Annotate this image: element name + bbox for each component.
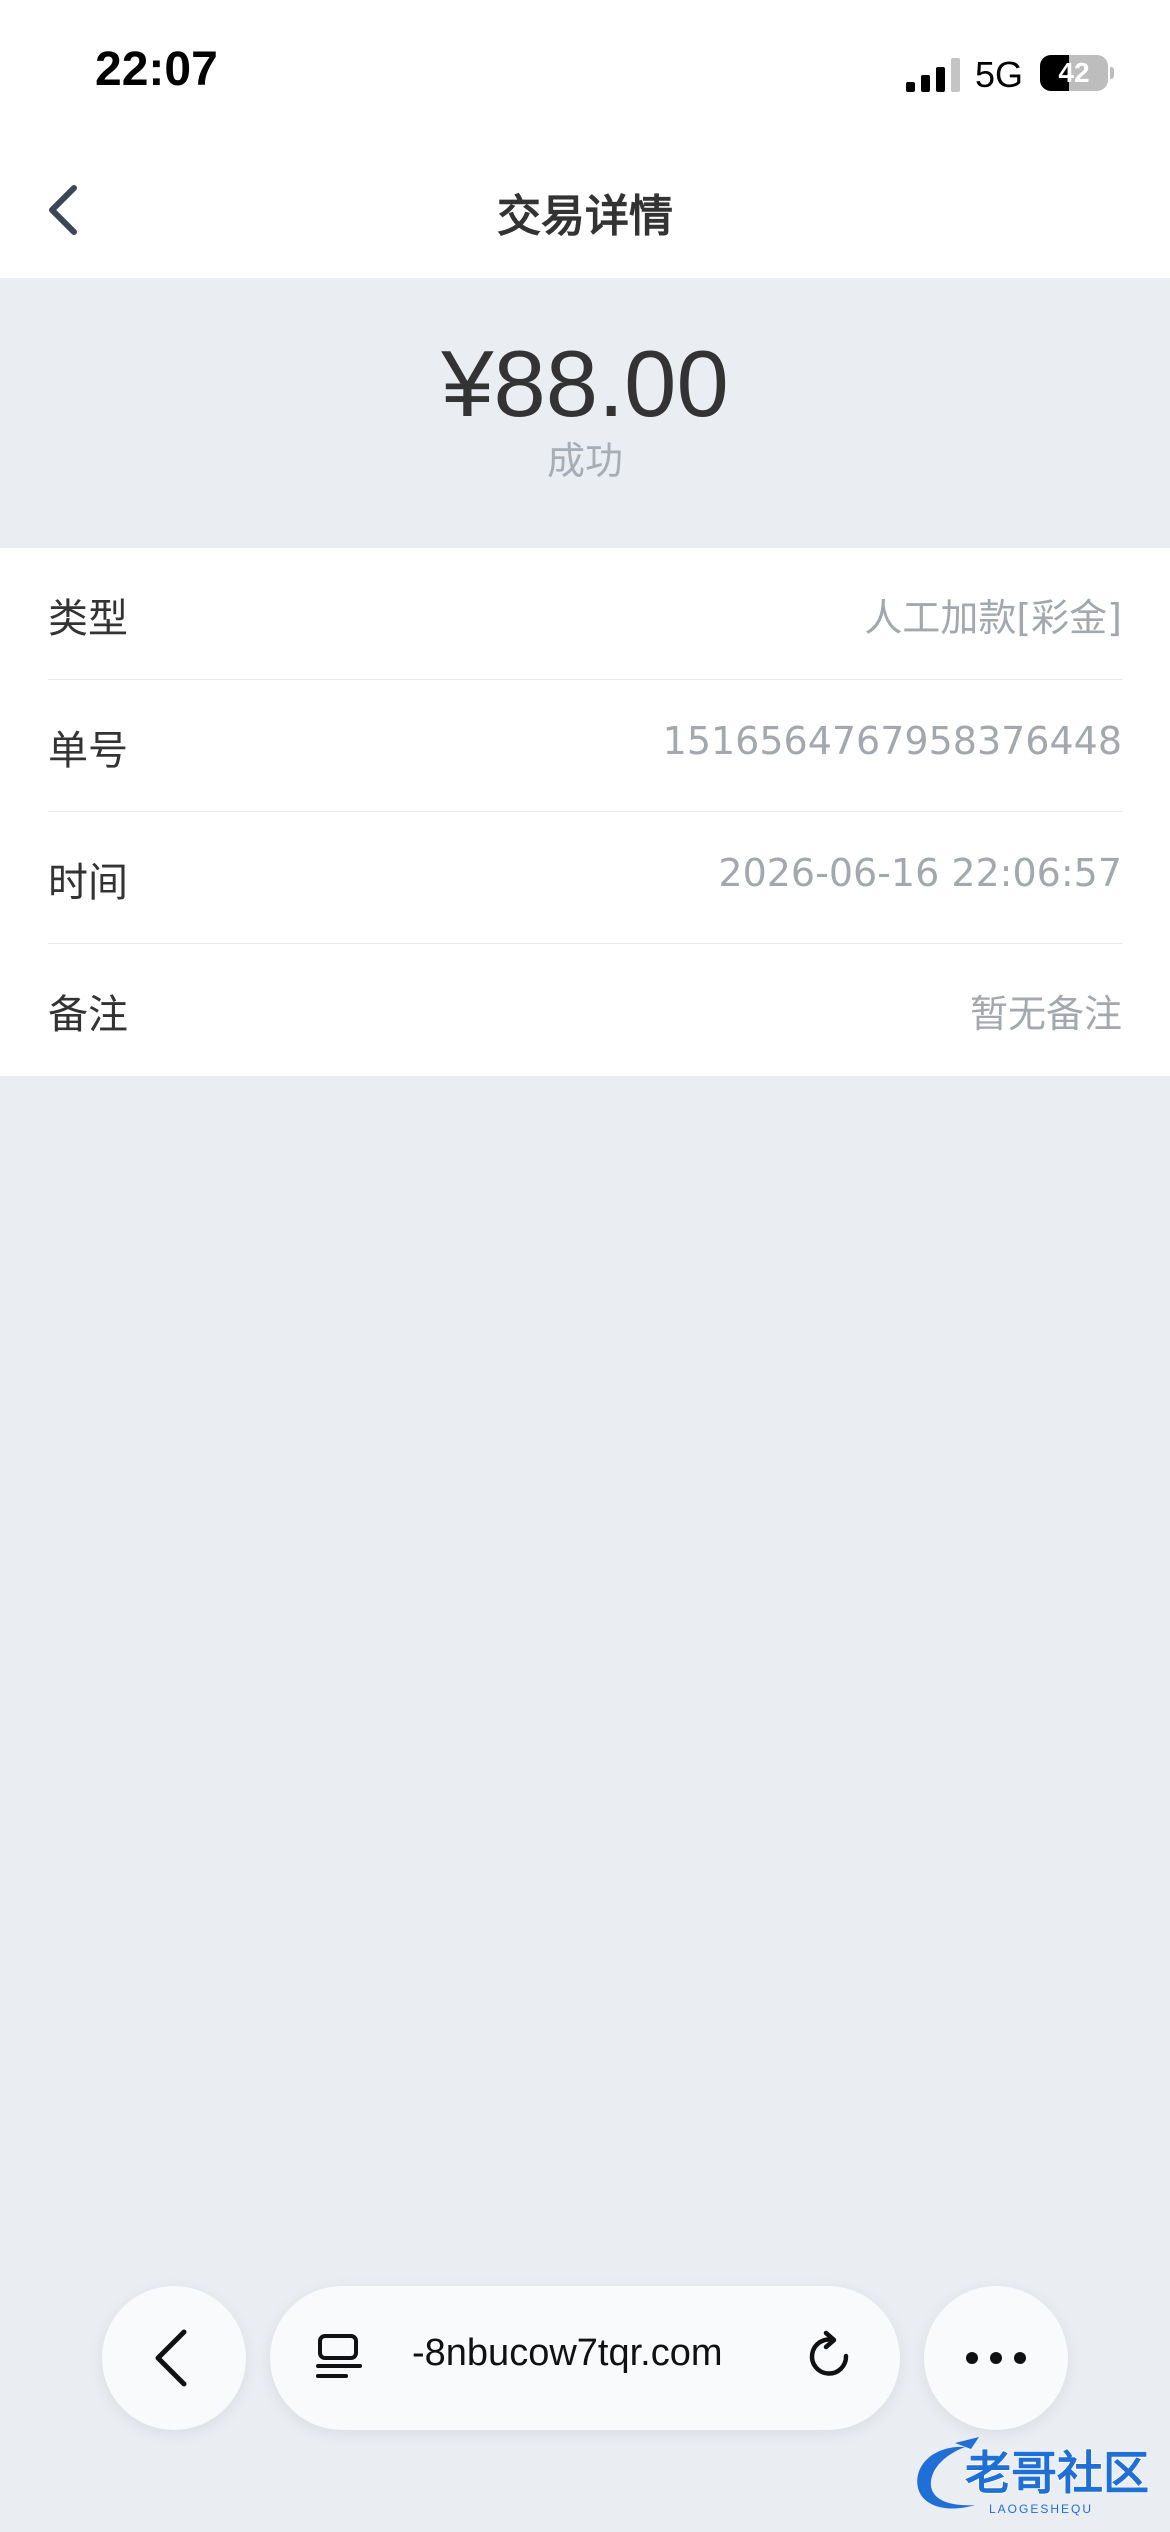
transaction-amount: ¥88.00: [441, 331, 729, 436]
browser-back-button[interactable]: [102, 2286, 246, 2430]
note-value: 暂无备注: [969, 992, 1122, 1036]
type-label: 类型: [48, 596, 128, 642]
transaction-status: 成功: [546, 439, 623, 483]
battery-level: 42: [1058, 57, 1090, 88]
svg-text:LAOGESHEQU: LAOGESHEQU: [989, 2502, 1093, 2516]
status-time: 22:07: [95, 43, 218, 96]
reload-icon[interactable]: [802, 2330, 858, 2386]
tabs-icon[interactable]: [314, 2332, 366, 2384]
order-label: 单号: [48, 728, 128, 774]
watermark-logo: 老哥社区 LAOGESHEQU: [917, 2437, 1150, 2516]
time-value: 2026-06-16 22:06:57: [718, 851, 1122, 895]
type-value: 人工加款[彩金]: [864, 596, 1122, 640]
page-title: 交易详情: [497, 191, 673, 242]
browser-toolbar: -8nbucow7tqr.com: [0, 2280, 1170, 2430]
details-card: 类型 人工加款[彩金] 单号 1516564767958376448 时间 20…: [0, 548, 1170, 1076]
detail-row-time: 时间 2026-06-16 22:06:57: [48, 812, 1122, 944]
time-label: 时间: [48, 860, 128, 906]
detail-row-note: 备注 暂无备注: [48, 944, 1122, 1075]
address-bar[interactable]: -8nbucow7tqr.com: [270, 2286, 900, 2430]
chevron-left-icon: [155, 2329, 187, 2387]
order-value: 1516564767958376448: [662, 719, 1122, 763]
detail-row-type: 类型 人工加款[彩金]: [48, 548, 1122, 680]
battery-icon: 42: [1040, 55, 1114, 91]
status-bar: 22:07 5G 42: [0, 0, 1170, 150]
svg-text:老哥社区: 老哥社区: [965, 2446, 1149, 2500]
more-button[interactable]: [924, 2286, 1068, 2430]
navigation-bar: 交易详情: [0, 150, 1170, 278]
network-type: 5G: [975, 54, 1024, 95]
more-icon: [966, 2352, 1026, 2364]
note-label: 备注: [48, 992, 128, 1038]
url-text[interactable]: -8nbucow7tqr.com: [412, 2332, 832, 2375]
cellular-signal-icon: [906, 58, 960, 92]
detail-row-order: 单号 1516564767958376448: [48, 680, 1122, 812]
amount-summary: ¥88.00 成功: [0, 278, 1170, 548]
